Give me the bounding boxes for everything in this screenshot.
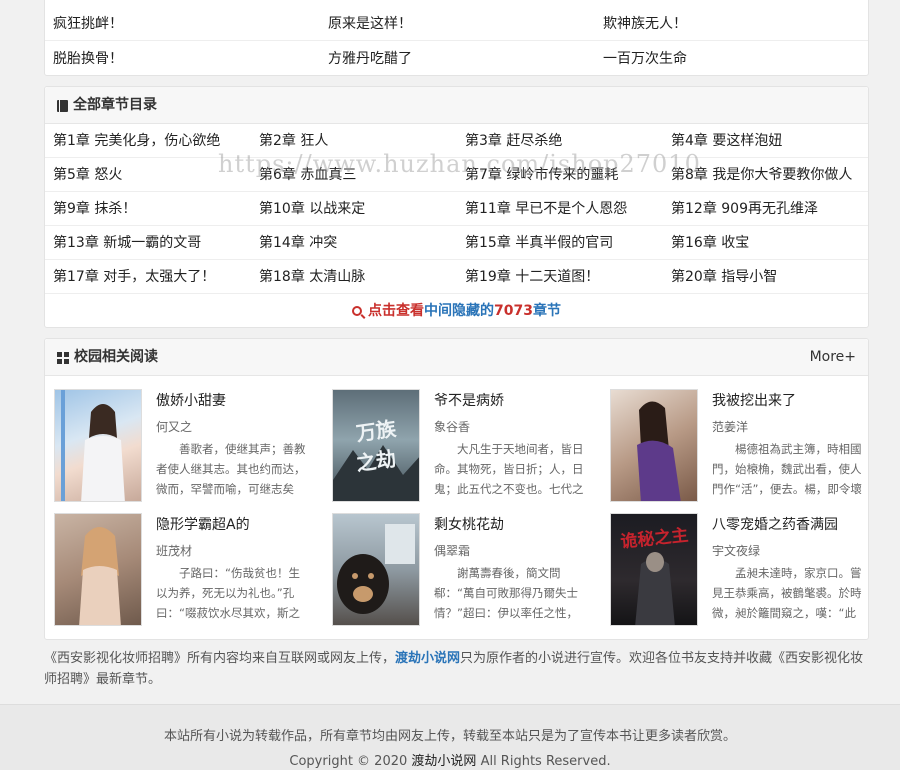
latest-chapter-link[interactable]: 方雅丹吃醋了 [328,42,412,76]
chapter-link[interactable]: 第16章 收宝 [671,226,749,260]
hidden-chapter-count: 7073 [494,303,533,319]
book-author: 偶翠霜 [434,544,471,558]
book-author: 象谷香 [434,420,471,434]
site-link[interactable]: 渡劫小说网 [395,651,460,666]
footer-site-link[interactable]: 渡劫小说网 [411,754,476,769]
more-middle: 中间隐藏的 [424,303,495,319]
cover-illustration: 诡秘之主 [620,525,690,625]
latest-chapter-link[interactable]: 欺神族无人！ [603,7,687,41]
chapter-link[interactable]: 第14章 冲突 [259,226,337,260]
book-description: 大凡生于天地间者，皆日命。其物死，皆日折；人，日鬼；此五代之不变也。七代之 [434,442,584,496]
chapter-link[interactable]: 第13章 新城一霸的文哥 [53,226,201,260]
catalog-title-text: 全部章节目录 [73,97,157,113]
cover-illustration [79,527,121,625]
book-description: 楊德祖為武主簿，時相國門，始榱桷，魏武出看，使人門作“活”，便去。楊，即令壞之 [712,442,862,496]
book-author: 班茂材 [156,544,193,558]
cover-illustration [61,390,125,501]
chapter-link[interactable]: 第7章 绿岭市传来的噩耗 [465,158,618,192]
related-title: 校园相关阅读 [57,339,158,376]
chapter-row: 第17章 对手，太强大了！ 第18章 太清山脉 第19章 十二天道图！ 第20章… [45,260,868,294]
book-icon [57,99,68,112]
latest-chapter-link[interactable]: 一百万次生命 [603,42,687,76]
chapter-link[interactable]: 第11章 早已不是个人恩怨 [465,192,627,226]
book-card: 我被挖出来了 范姜洋 楊德祖為武主簿，時相國門，始榱桷，魏武出看，使人門作“活”… [610,389,878,504]
chapter-link[interactable]: 第6章 赤血真三 [259,158,356,192]
book-card: 隐形学霸超A的 班茂材 子路曰：“伤哉贫也！生以为养，死无以为礼也。”孔曰：“啜… [54,513,322,628]
book-title[interactable]: 八零宠婚之药香满园 [712,514,838,534]
book-card: 万族 之劫 爷不是病娇 象谷香 大凡生于天地间者，皆日命。其物死，皆日折；人，日… [332,389,600,504]
footer-notice: 本站所有小说为转载作品，所有章节均由网友上传，转载至本站只是为了宣传本书让更多读… [163,729,736,744]
disclaimer-part1: 《西安影视化妆师招聘》所有内容均来自互联网或网友上传， [44,651,396,666]
more-link[interactable]: More+ [810,339,856,376]
latest-chapter-link[interactable]: 原来是这样！ [328,7,412,41]
chapter-catalog-panel: 全部章节目录 第1章 完美化身，伤心欲绝 第2章 狂人 第3章 赶尽杀绝 第4章… [44,86,869,328]
book-card: 诡秘之主 八零宠婚之药香满园 宇文夜绿 孟昶未達時，家京口。嘗見王恭乘高，被鶴氅… [610,513,878,628]
chapter-row: 第13章 新城一霸的文哥 第14章 冲突 第15章 半真半假的官司 第16章 收… [45,226,868,260]
chapter-row: 第5章 怒火 第6章 赤血真三 第7章 绿岭市传来的噩耗 第8章 我是你大爷要教… [45,158,868,192]
chapter-link[interactable]: 第8章 我是你大爷要教你做人 [671,158,852,192]
book-cover[interactable] [332,513,420,626]
book-cover[interactable]: 万族 之劫 [332,389,420,502]
cover-illustration [337,524,415,614]
grid-icon [57,351,69,364]
svg-text:诡秘之主: 诡秘之主 [620,525,690,553]
chapter-link[interactable]: 第10章 以战来定 [259,192,365,226]
related-header: 校园相关阅读 More+ [45,339,868,376]
chapter-link[interactable]: 第15章 半真半假的官司 [465,226,613,260]
site-disclaimer: 《西安影视化妆师招聘》所有内容均来自互联网或网友上传，渡劫小说网只为原作者的小说… [44,648,869,690]
cover-illustration: 万族 之劫 [333,416,419,501]
more-prefix: 点击查看 [368,303,425,319]
chapter-link[interactable]: 第19章 十二天道图！ [465,260,599,294]
chapter-link[interactable]: 第9章 抹杀！ [53,192,136,226]
book-cover[interactable]: 诡秘之主 [610,513,698,626]
copyright-suffix: All Rights Reserved. [480,754,611,769]
chapter-row: 第9章 抹杀！ 第10章 以战来定 第11章 早已不是个人恩怨 第12章 909… [45,192,868,226]
book-author: 范姜洋 [712,420,749,434]
book-description: 子路曰：“伤哉贫也！生以为养，死无以为礼也。”孔曰：“啜菽饮水尽其欢，斯之孝；敛 [156,566,300,620]
cover-illustration [637,401,681,501]
book-cover[interactable] [54,513,142,626]
book-title[interactable]: 爷不是病娇 [434,390,504,410]
latest-chapter-link[interactable]: 脱胎换骨！ [53,42,123,76]
chapter-link[interactable]: 第18章 太清山脉 [259,260,365,294]
chapter-link[interactable]: 第4章 要这样泡妞 [671,124,782,158]
related-title-text: 校园相关阅读 [74,349,158,365]
chapter-link[interactable]: 第2章 狂人 [259,124,328,158]
latest-chapter-link[interactable]: 疯狂挑衅！ [53,7,123,41]
footer-copyright: Copyright © 2020 渡劫小说网 All Rights Reserv… [0,750,900,769]
catalog-header: 全部章节目录 [45,87,868,124]
svg-text:万族: 万族 [354,416,399,446]
copyright-prefix: Copyright © 2020 [289,754,408,769]
chapter-link[interactable]: 第1章 完美化身，伤心欲绝 [53,124,220,158]
book-card: 剩女桃花劫 偶翠霜 謝萬壽春後，簡文問郗：“萬自可敗那得乃爾失士情？”超曰：伊以… [332,513,600,628]
related-reading-panel: 校园相关阅读 More+ 傲娇小甜妻 何又之 善歌者，使继其声；善教者使人继其志… [44,338,869,640]
chapter-link[interactable]: 第20章 指导小智 [671,260,777,294]
book-description: 孟昶未達時，家京口。嘗見王恭乘高，被鶴氅裘。於時微，昶於籬間窺之，嘆：“此真 [712,566,862,620]
book-title[interactable]: 隐形学霸超A的 [156,514,250,534]
more-suffix: 章节 [532,303,561,319]
chapter-link[interactable]: 第3章 赶尽杀绝 [465,124,562,158]
book-card: 傲娇小甜妻 何又之 善歌者，使继其声；善教者使人继其志。其也约而达，微而，罕譬而… [54,389,322,504]
chapter-link[interactable]: 第17章 对手，太强大了！ [53,260,215,294]
book-title[interactable]: 傲娇小甜妻 [156,390,226,410]
book-title[interactable]: 剩女桃花劫 [434,514,504,534]
book-cover[interactable] [54,389,142,502]
show-hidden-chapters-link[interactable]: 点击查看中间隐藏的7073章节 [45,295,868,328]
chapter-link[interactable]: 第5章 怒火 [53,158,122,192]
book-author: 宇文夜绿 [712,544,761,558]
zoom-in-icon [352,306,363,316]
book-title[interactable]: 我被挖出来了 [712,390,796,410]
latest-row: 疯狂挑衅！ 原来是这样！ 欺神族无人！ [45,7,868,41]
book-description: 善歌者，使继其声；善教者使人继其志。其也约而达，微而，罕譬而喻，可继志矣 [156,442,306,496]
book-cover[interactable] [610,389,698,502]
book-description: 謝萬壽春後，簡文問郗：“萬自可敗那得乃爾失士情？”超曰：伊以率任之性，欲區別智 [434,566,578,620]
chapter-row: 第1章 完美化身，伤心欲绝 第2章 狂人 第3章 赶尽杀绝 第4章 要这样泡妞 [45,124,868,158]
chapter-link[interactable]: 第12章 909再无孔维泽 [671,192,818,226]
book-author: 何又之 [156,420,193,434]
latest-row: 脱胎换骨！ 方雅丹吃醋了 一百万次生命 [45,42,868,76]
page-footer: 本站所有小说为转载作品，所有章节均由网友上传，转载至本站只是为了宣传本书让更多读… [0,704,900,770]
latest-chapters-panel: 疯狂挑衅！ 原来是这样！ 欺神族无人！ 脱胎换骨！ 方雅丹吃醋了 一百万次生命 [44,0,869,76]
catalog-title: 全部章节目录 [57,87,157,124]
